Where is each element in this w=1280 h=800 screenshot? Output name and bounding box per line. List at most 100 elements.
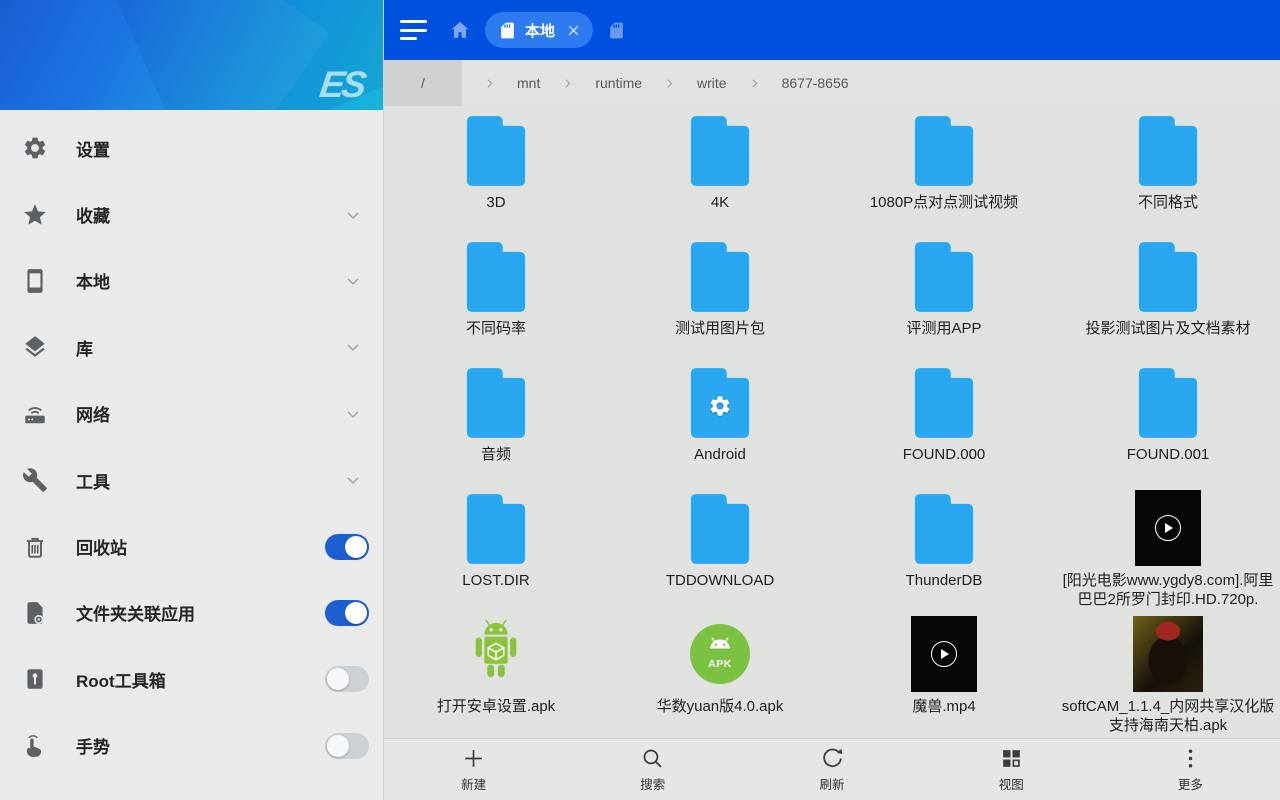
grid-item[interactable]: 打开安卓设置.apk	[384, 612, 608, 738]
sidebar-item-gestures[interactable]: 手势	[0, 713, 383, 779]
breadcrumb: / mnt runtime write 8677-8656	[384, 60, 1280, 106]
sidebar-item-favorites[interactable]: 收藏	[0, 181, 383, 247]
breadcrumb-segment[interactable]: write	[697, 75, 727, 91]
grid-item[interactable]: 不同码率	[384, 234, 608, 360]
sidebar-item-local[interactable]: 本地	[0, 248, 383, 314]
recycle-bin-toggle[interactable]	[325, 534, 369, 560]
toggle-knob	[327, 668, 349, 690]
grid-item-label: Android	[694, 445, 746, 464]
grid-item-label: 华数yuan版4.0.apk	[657, 697, 784, 716]
main-panel: 本地 / mnt runtime write 8677-8656 3D 4K 1080P点对…	[384, 0, 1280, 800]
grid-item-label: 1080P点对点测试视频	[870, 193, 1018, 212]
chevron-down-icon[interactable]	[343, 205, 363, 225]
grid-item[interactable]: 3D	[384, 108, 608, 234]
grid-item-label: FOUND.000	[903, 445, 986, 464]
sd-card-tab-icon[interactable]	[607, 21, 626, 40]
chevron-down-icon[interactable]	[343, 470, 363, 490]
grid-item[interactable]: 不同格式	[1056, 108, 1280, 234]
tab-local[interactable]: 本地	[485, 12, 593, 48]
sidebar-item-label: 网络	[76, 401, 343, 426]
sd-card-icon	[498, 21, 517, 40]
sidebar-item-label: 本地	[76, 268, 343, 293]
sidebar-item-label: 设置	[76, 136, 369, 161]
folder-icon	[465, 488, 527, 566]
grid-item[interactable]: FOUND.001	[1056, 360, 1280, 486]
toolbar-button-label: 新建	[461, 774, 486, 793]
folder-icon	[689, 362, 751, 440]
grid-item[interactable]: 1080P点对点测试视频	[832, 108, 1056, 234]
root-toolbox-toggle[interactable]	[325, 666, 369, 692]
home-icon[interactable]	[449, 19, 471, 41]
grid-item[interactable]: APK 华数yuan版4.0.apk	[608, 612, 832, 738]
grid-item[interactable]: TDDOWNLOAD	[608, 486, 832, 612]
chevron-down-icon[interactable]	[343, 404, 363, 424]
grid-item-label: 不同格式	[1138, 193, 1198, 212]
grid-item[interactable]: Android	[608, 360, 832, 486]
folder-icon	[689, 488, 751, 566]
sidebar-item-network[interactable]: 网络	[0, 381, 383, 447]
plus-icon	[461, 746, 486, 771]
sidebar-item-settings[interactable]: 设置	[0, 115, 383, 181]
menu-icon[interactable]	[400, 20, 427, 40]
grid-item[interactable]: 测试用图片包	[608, 234, 832, 360]
toolbar-button-label: 刷新	[820, 774, 845, 793]
grid-item-label: 评测用APP	[906, 319, 981, 338]
breadcrumb-label: /	[421, 75, 425, 91]
folder-association-toggle[interactable]	[325, 600, 369, 626]
breadcrumb-segment[interactable]: mnt	[517, 75, 540, 91]
wrench-icon	[22, 467, 48, 493]
tab-label: 本地	[525, 20, 555, 41]
grid-item[interactable]: 魔兽.mp4	[832, 612, 1056, 738]
grid-item[interactable]: 评测用APP	[832, 234, 1056, 360]
bottom-toolbar: 新建 搜索 刷新 视图更多	[384, 738, 1280, 800]
breadcrumb-segment[interactable]: runtime	[595, 75, 642, 91]
android-robot-icon	[465, 614, 527, 692]
poster-thumbnail	[1133, 616, 1203, 692]
close-icon[interactable]	[565, 22, 582, 39]
chevron-down-icon[interactable]	[343, 337, 363, 357]
grid-item[interactable]: 音频	[384, 360, 608, 486]
sidebar: ES 设置收藏本地库网络工具回收站文件夹关联应用Root工具箱手势	[0, 0, 384, 800]
breadcrumb-segment[interactable]: /	[384, 60, 462, 106]
toggle-knob	[327, 735, 349, 757]
sidebar-item-tools[interactable]: 工具	[0, 447, 383, 513]
view-button[interactable]: 视图	[922, 739, 1101, 800]
folder-icon	[913, 488, 975, 566]
breadcrumb-segment[interactable]: 8677-8656	[782, 75, 849, 91]
gestures-toggle[interactable]	[325, 733, 369, 759]
new-button[interactable]: 新建	[384, 739, 563, 800]
search-button[interactable]: 搜索	[563, 739, 742, 800]
more-button[interactable]: 更多	[1101, 739, 1280, 800]
grid-item-label: softCAM_1.1.4_内网共享汉化版支持海南天柏.apk	[1059, 697, 1277, 735]
sidebar-item-folder-association[interactable]: 文件夹关联应用	[0, 580, 383, 646]
sidebar-item-recycle-bin[interactable]: 回收站	[0, 513, 383, 579]
refresh-button[interactable]: 刷新	[742, 739, 921, 800]
grid-item[interactable]: LOST.DIR	[384, 486, 608, 612]
grid-item[interactable]: 4K	[608, 108, 832, 234]
sidebar-item-library[interactable]: 库	[0, 314, 383, 380]
play-triangle	[941, 649, 949, 659]
folder-icon	[465, 362, 527, 440]
grid-item[interactable]: ThunderDB	[832, 486, 1056, 612]
grid-item[interactable]: [阳光电影www.ygdy8.com].阿里巴巴2所罗门封印.HD.720p.	[1056, 486, 1280, 612]
sidebar-item-label: 工具	[76, 468, 343, 493]
grid-item-label: 3D	[486, 193, 505, 212]
top-bar: 本地	[384, 0, 1280, 60]
chevron-down-icon[interactable]	[343, 271, 363, 291]
grid-item[interactable]: FOUND.000	[832, 360, 1056, 486]
layers-icon	[22, 334, 48, 360]
chevron-right-icon	[561, 77, 574, 90]
grid-item-icon: APK	[688, 614, 752, 692]
grid-item[interactable]: 投影测试图片及文档素材	[1056, 234, 1280, 360]
sidebar-item-root-toolbox[interactable]: Root工具箱	[0, 646, 383, 712]
toolbar-button-label: 搜索	[640, 774, 665, 793]
folder-icon	[465, 110, 527, 188]
gear-icon	[22, 135, 48, 161]
play-triangle	[1165, 523, 1173, 533]
hand-tap-icon	[22, 733, 48, 759]
folder-icon	[913, 362, 975, 440]
sidebar-banner: ES	[0, 0, 383, 110]
grid-item[interactable]: softCAM_1.1.4_内网共享汉化版支持海南天柏.apk	[1056, 612, 1280, 738]
es-file-explorer-app: ES 设置收藏本地库网络工具回收站文件夹关联应用Root工具箱手势 本地	[0, 0, 1280, 800]
folder-icon	[913, 110, 975, 188]
